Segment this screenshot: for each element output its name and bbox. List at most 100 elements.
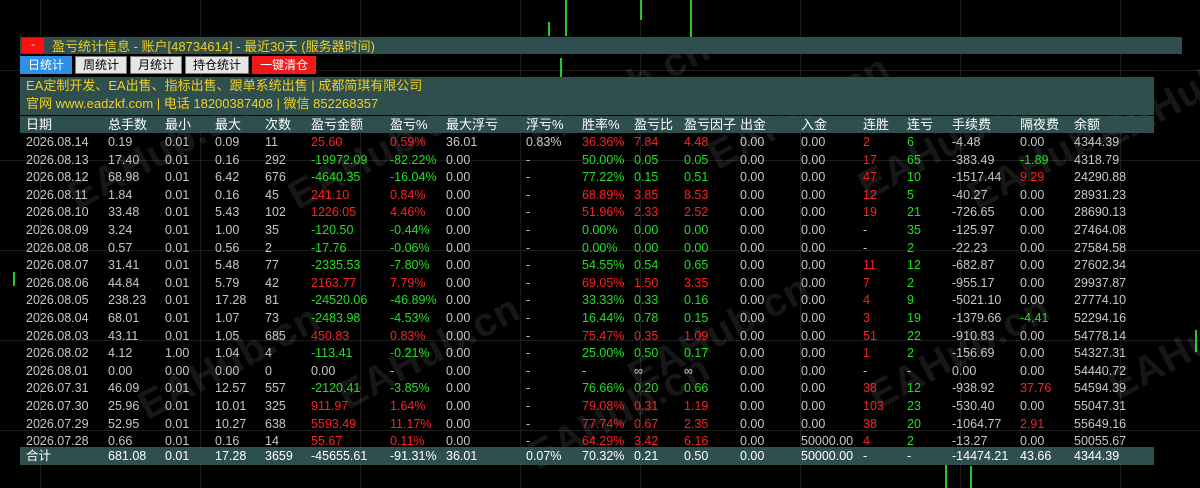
cell-date: 2026.07.29: [26, 416, 89, 431]
cell-commission: -726.65: [952, 205, 995, 220]
cell-pnl: -4640.35: [311, 170, 361, 185]
total-profit-factor: 0.50: [684, 449, 709, 463]
cell-max-float-loss: 0.00: [446, 293, 471, 308]
cell-profit-factor: 0.00: [684, 222, 709, 237]
header-float-loss-pct: 浮亏%: [526, 117, 564, 132]
total-float-loss-pct: 0.07%: [526, 449, 562, 463]
table-row[interactable]: 2026.08.09 3.24 0.01 1.00 35 -120.50 -0.44% 0.0…: [20, 222, 1154, 240]
cell-win-rate: 68.89%: [582, 187, 625, 202]
cell-swap: 0.00: [1020, 258, 1045, 273]
cell-pnl-pct: 0.83%: [390, 328, 426, 343]
table-row[interactable]: 2026.08.05 238.23 0.01 17.28 81 -24520.06 -46.…: [20, 292, 1154, 310]
tab-weekly-stats[interactable]: 周统计: [75, 56, 128, 74]
tab-position-stats[interactable]: 持仓统计: [185, 56, 250, 74]
cell-pnl-ratio: 0.05: [634, 152, 659, 167]
table-row[interactable]: 2026.07.31 46.09 0.01 12.57 557 -2120.41 -3.85…: [20, 380, 1154, 398]
table-row[interactable]: 2026.08.11 1.84 0.01 0.16 45 241.10 0.84% 0.00 -…: [20, 187, 1154, 205]
collapse-button[interactable]: -: [22, 38, 44, 53]
cell-pnl-pct: 7.79%: [390, 275, 426, 290]
cell-date: 2026.08.13: [26, 152, 89, 167]
cell-win-rate: 76.66%: [582, 381, 625, 396]
cell-trades: 2: [265, 240, 272, 255]
table-row[interactable]: 2026.07.29 52.95 0.01 10.27 638 5593.49 11.17%…: [20, 416, 1154, 434]
cell-float-loss-pct: -: [526, 222, 531, 237]
cell-max-lot: 17.28: [215, 293, 247, 308]
cell-withdrawal: 0.00: [740, 293, 765, 308]
cell-win-streak: 12: [863, 187, 877, 202]
total-min-lot: 0.01: [165, 449, 190, 463]
cell-max-lot: 1.04: [215, 346, 240, 361]
cell-total-lots: 25.96: [108, 398, 140, 413]
cell-total-lots: 46.09: [108, 381, 140, 396]
cell-pnl: -120.50: [311, 222, 354, 237]
cell-win-streak: 7: [863, 275, 870, 290]
total-balance: 4344.39: [1074, 449, 1120, 463]
table-row[interactable]: 2026.08.14 0.19 0.01 0.09 11 25.60 0.59% 36.01 0…: [20, 134, 1154, 152]
cell-deposit: 0.00: [801, 416, 826, 431]
table-row[interactable]: 2026.07.30 25.96 0.01 10.01 325 911.97 1.64% 0.…: [20, 398, 1154, 416]
cell-min-lot: 0.01: [165, 381, 190, 396]
cell-commission: -938.92: [952, 381, 995, 396]
cell-max-float-loss: 0.00: [446, 381, 471, 396]
cell-trades: 0: [265, 363, 272, 378]
cell-commission: -1379.66: [952, 310, 1002, 325]
cell-max-lot: 0.16: [215, 152, 240, 167]
cell-max-lot: 0.00: [215, 363, 240, 378]
cell-swap: -4.41: [1020, 310, 1049, 325]
cell-trades: 45: [265, 187, 279, 202]
cell-commission: -1517.44: [952, 170, 1002, 185]
cell-pnl-ratio: 0.67: [634, 416, 659, 431]
cell-profit-factor: 0.65: [684, 258, 709, 273]
header-deposit: 入金: [801, 117, 828, 132]
table-row[interactable]: 2026.08.10 33.48 0.01 5.43 102 1226.05 4.46% 0.…: [20, 204, 1154, 222]
cell-loss-streak: 9: [907, 293, 914, 308]
cell-pnl: -2120.41: [311, 381, 361, 396]
table-row[interactable]: 2026.08.12 68.98 0.01 6.42 676 -4640.35 -16.04…: [20, 169, 1154, 187]
cell-withdrawal: 0.00: [740, 240, 765, 255]
cell-win-streak: 2: [863, 135, 870, 149]
tab-daily-stats[interactable]: 日统计: [20, 56, 73, 74]
cell-date: 2026.07.30: [26, 398, 89, 413]
cell-total-lots: 0.19: [108, 135, 133, 149]
table-row[interactable]: 2026.08.02 4.12 1.00 1.04 4 -113.41 -0.21% 0.00…: [20, 345, 1154, 363]
cell-deposit: 0.00: [801, 275, 826, 290]
total-total-lots: 681.08: [108, 449, 147, 463]
cell-max-float-loss: 0.00: [446, 346, 471, 361]
table-row[interactable]: 2026.08.13 17.40 0.01 0.16 292 -19972.09 -82.2…: [20, 152, 1154, 170]
cell-max-lot: 1.05: [215, 328, 240, 343]
cell-min-lot: 0.01: [165, 416, 190, 431]
cell-deposit: 0.00: [801, 170, 826, 185]
cell-swap: 9.29: [1020, 170, 1045, 185]
table-row[interactable]: 2026.08.01 0.00 0.00 0.00 0 0.00 - 0.00 - - ∞ ∞ 0.00…: [20, 363, 1154, 381]
cell-commission: -125.97: [952, 222, 995, 237]
cell-date: 2026.07.31: [26, 381, 89, 396]
cell-max-float-loss: 0.00: [446, 152, 471, 167]
cell-pnl: -2483.98: [311, 310, 361, 325]
table-row[interactable]: 2026.08.03 43.11 0.01 1.05 685 450.83 0.83% 0.0…: [20, 328, 1154, 346]
total-pnl: -45655.61: [311, 449, 368, 463]
cell-min-lot: 0.01: [165, 398, 190, 413]
header-pnl-ratio: 盈亏比: [634, 117, 674, 132]
cell-swap: 2.91: [1020, 416, 1045, 431]
cell-withdrawal: 0.00: [740, 416, 765, 431]
cell-loss-streak: 5: [907, 187, 914, 202]
cell-trades: 557: [265, 381, 286, 396]
total-win-rate: 70.32%: [582, 449, 625, 463]
close-all-button[interactable]: 一键清仓: [252, 56, 317, 74]
table-row[interactable]: 2026.08.07 31.41 0.01 5.48 77 -2335.53 -7.80% 0…: [20, 257, 1154, 275]
table-row[interactable]: 2026.08.04 68.01 0.01 1.07 73 -2483.98 -4.53% 0…: [20, 310, 1154, 328]
cell-max-lot: 5.79: [215, 275, 240, 290]
table-row[interactable]: 2026.08.06 44.84 0.01 5.79 42 2163.77 7.79% 0.0…: [20, 275, 1154, 293]
cell-min-lot: 0.00: [165, 363, 190, 378]
tab-monthly-stats[interactable]: 月统计: [130, 56, 183, 74]
cell-balance: 55047.31: [1074, 398, 1127, 413]
cell-min-lot: 0.01: [165, 152, 190, 167]
table-row[interactable]: 2026.08.08 0.57 0.01 0.56 2 -17.76 -0.06% 0.00 -…: [20, 240, 1154, 258]
cell-pnl-ratio: ∞: [634, 363, 643, 378]
cell-win-streak: 4: [863, 293, 870, 308]
cell-trades: 676: [265, 170, 286, 185]
cell-win-streak: 11: [863, 258, 876, 273]
cell-pnl-pct: 11.17%: [390, 416, 432, 431]
cell-max-float-loss: 0.00: [446, 205, 471, 220]
cell-deposit: 0.00: [801, 398, 826, 413]
